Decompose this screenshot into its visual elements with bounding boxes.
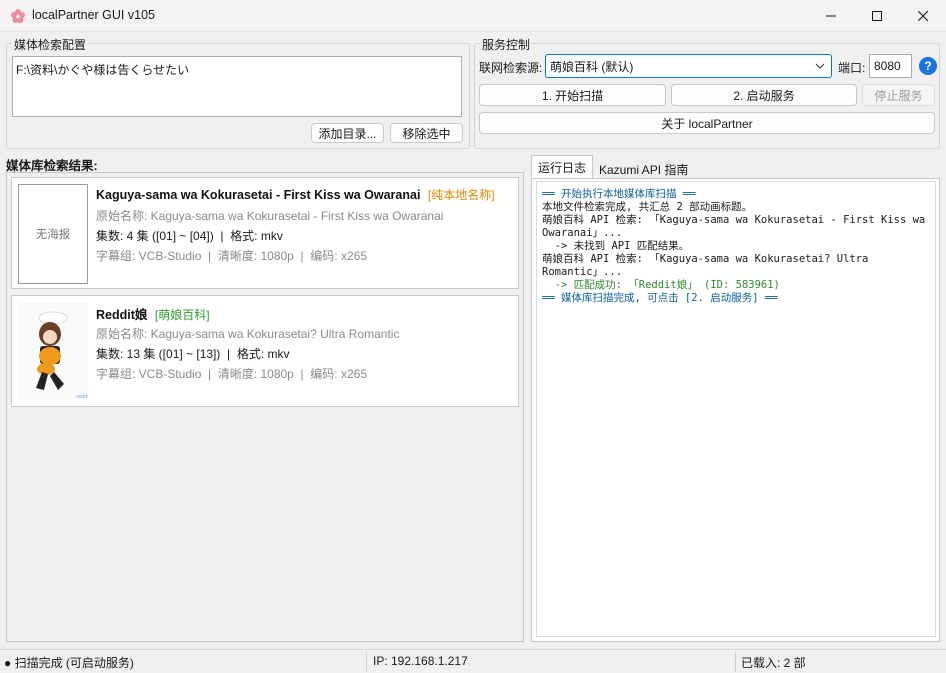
log-line: -> 未找到 API 匹配结果。 — [542, 240, 690, 252]
media-config-label: 媒体检索配置 — [12, 36, 89, 53]
log-text-area[interactable]: ══ 开始执行本地媒体库扫描 ══ 本地文件检索完成, 共汇总 2 部动画标题。萌… — [536, 181, 936, 637]
help-icon[interactable]: ? — [919, 57, 937, 75]
maximize-button[interactable] — [854, 0, 900, 32]
port-input[interactable]: 8080 — [869, 54, 912, 78]
source-tag: [纯本地名称] — [427, 188, 495, 202]
start-service-button[interactable]: 2. 启动服务 — [671, 84, 857, 106]
status-bar: ● 扫描完成 (可启动服务) IP: 192.168.1.217 已载入: 2 … — [0, 649, 946, 673]
original-name: 原始名称: Kaguya-sama wa Kokurasetai - First… — [96, 209, 444, 223]
media-path-item[interactable]: F:\资料\かぐや様は告くらせたい — [16, 61, 458, 78]
maximize-icon — [872, 11, 882, 21]
log-line: 萌娘百科 API 检索: 「Kaguya-sama wa Kokurasetai… — [542, 214, 932, 239]
log-line: 本地文件检索完成, 共汇总 2 部动画标题。 — [542, 201, 753, 213]
result-title-text: Reddit娘 — [96, 308, 148, 322]
log-line: ══ 媒体库扫描完成, 可点击 [2. 启动服务] ══ — [542, 292, 778, 304]
log-panel: ══ 开始执行本地媒体库扫描 ══ 本地文件检索完成, 共汇总 2 部动画标题。萌… — [531, 178, 940, 642]
minimize-icon — [826, 15, 836, 17]
svg-text:reddit: reddit — [76, 394, 88, 400]
tab-kazumi-api-guide[interactable]: Kazumi API 指南 — [593, 158, 694, 180]
status-divider — [735, 652, 736, 672]
poster-placeholder: 无海报 — [18, 184, 88, 284]
add-directory-button[interactable]: 添加目录... — [311, 123, 384, 143]
result-title-text: Kaguya-sama wa Kokurasetai - First Kiss … — [96, 188, 421, 202]
log-line: 萌娘百科 API 检索: 「Kaguya-sama wa Kokurasetai… — [542, 253, 875, 278]
release-info: 字幕组: VCB-Studio | 清晰度: 1080p | 编码: x265 — [96, 249, 367, 263]
result-title: Kaguya-sama wa Kokurasetai - First Kiss … — [96, 186, 495, 203]
log-line: -> 匹配成功: 「Reddit娘」 (ID: 583961) — [542, 279, 780, 291]
close-button[interactable] — [900, 0, 946, 32]
media-path-list[interactable]: F:\资料\かぐや様は告くらせたい — [12, 56, 462, 117]
poster-image: reddit — [18, 302, 88, 402]
title-bar: localPartner GUI v105 — [0, 0, 946, 32]
source-label: 联网检索源: — [479, 61, 543, 75]
minimize-button[interactable] — [808, 0, 854, 32]
loaded-count: 已载入: 2 部 — [741, 656, 806, 670]
source-select[interactable]: 萌娘百科 (默认) — [545, 54, 832, 78]
source-selected-value: 萌娘百科 (默认) — [550, 59, 634, 74]
scan-status: ● 扫描完成 (可启动服务) — [4, 656, 134, 670]
port-label: 端口: — [838, 61, 866, 75]
ip-address: IP: 192.168.1.217 — [373, 654, 468, 668]
log-lines: ══ 开始执行本地媒体库扫描 ══ 本地文件检索完成, 共汇总 2 部动画标题。萌… — [542, 188, 930, 305]
log-line: ══ 开始执行本地媒体库扫描 ══ — [542, 188, 696, 200]
about-button[interactable]: 关于 localPartner — [479, 112, 935, 134]
result-card[interactable]: reddit Reddit娘 [萌娘百科] 原始名称: Kaguya-sama … — [11, 295, 519, 407]
release-info: 字幕组: VCB-Studio | 清晰度: 1080p | 编码: x265 — [96, 367, 367, 381]
source-tag: [萌娘百科] — [154, 308, 210, 322]
window-title: localPartner GUI v105 — [32, 8, 155, 22]
result-title: Reddit娘 [萌娘百科] — [96, 304, 210, 323]
episode-info: 集数: 13 集 ([01] ~ [13]) | 格式: mkv — [96, 347, 290, 361]
result-card[interactable]: 无海报 Kaguya-sama wa Kokurasetai - First K… — [11, 177, 519, 289]
remove-selected-button[interactable]: 移除选中 — [390, 123, 463, 143]
start-scan-button[interactable]: 1. 开始扫描 — [479, 84, 666, 106]
chevron-down-icon — [815, 63, 825, 69]
status-divider — [366, 652, 367, 672]
sakura-app-icon — [11, 9, 25, 23]
service-control-label: 服务控制 — [480, 36, 533, 53]
tab-run-log[interactable]: 运行日志 — [531, 155, 594, 179]
results-panel[interactable]: 无海报 Kaguya-sama wa Kokurasetai - First K… — [6, 172, 524, 642]
episode-info: 集数: 4 集 ([01] ~ [04]) | 格式: mkv — [96, 229, 283, 243]
original-name: 原始名称: Kaguya-sama wa Kokurasetai? Ultra … — [96, 327, 400, 341]
stop-service-button[interactable]: 停止服务 — [862, 84, 935, 106]
close-icon — [918, 11, 928, 21]
